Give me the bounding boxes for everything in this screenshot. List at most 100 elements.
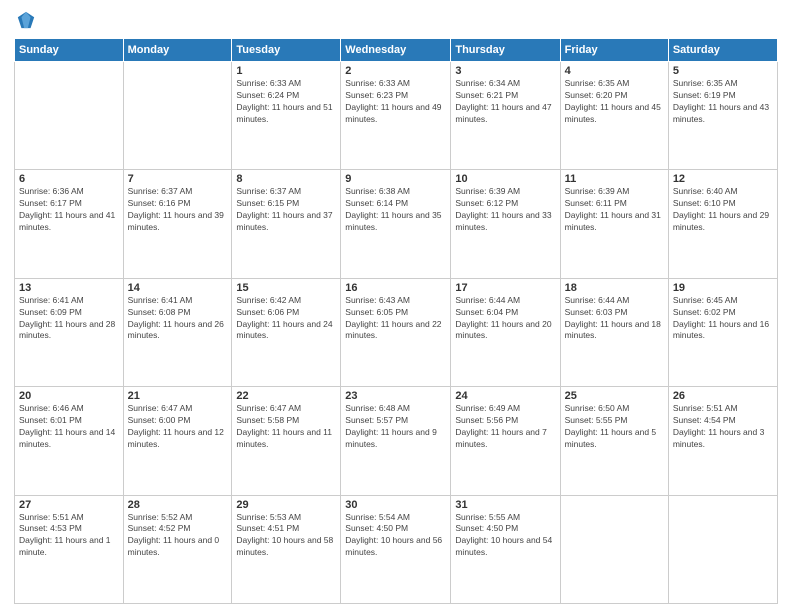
day-info: Sunrise: 6:47 AMSunset: 6:00 PMDaylight:… [128, 403, 228, 451]
calendar-day-cell: 17Sunrise: 6:44 AMSunset: 6:04 PMDayligh… [451, 278, 560, 386]
calendar-day-cell: 4Sunrise: 6:35 AMSunset: 6:20 PMDaylight… [560, 62, 668, 170]
calendar-header-row: SundayMondayTuesdayWednesdayThursdayFrid… [15, 39, 778, 62]
day-number: 18 [565, 282, 664, 294]
day-info: Sunrise: 6:41 AMSunset: 6:08 PMDaylight:… [128, 295, 228, 343]
day-info: Sunrise: 6:48 AMSunset: 5:57 PMDaylight:… [345, 403, 446, 451]
day-info: Sunrise: 6:33 AMSunset: 6:23 PMDaylight:… [345, 78, 446, 126]
calendar-day-cell: 28Sunrise: 5:52 AMSunset: 4:52 PMDayligh… [123, 495, 232, 603]
calendar-day-cell [668, 495, 777, 603]
day-of-week-header: Monday [123, 39, 232, 62]
day-of-week-header: Thursday [451, 39, 560, 62]
day-number: 17 [455, 282, 555, 294]
day-info: Sunrise: 6:50 AMSunset: 5:55 PMDaylight:… [565, 403, 664, 451]
day-number: 8 [236, 173, 336, 185]
day-number: 3 [455, 65, 555, 77]
calendar-week-row: 20Sunrise: 6:46 AMSunset: 6:01 PMDayligh… [15, 387, 778, 495]
day-number: 5 [673, 65, 773, 77]
calendar-day-cell: 10Sunrise: 6:39 AMSunset: 6:12 PMDayligh… [451, 170, 560, 278]
day-number: 20 [19, 390, 119, 402]
day-info: Sunrise: 6:33 AMSunset: 6:24 PMDaylight:… [236, 78, 336, 126]
calendar-day-cell: 24Sunrise: 6:49 AMSunset: 5:56 PMDayligh… [451, 387, 560, 495]
calendar-day-cell: 31Sunrise: 5:55 AMSunset: 4:50 PMDayligh… [451, 495, 560, 603]
calendar-day-cell: 20Sunrise: 6:46 AMSunset: 6:01 PMDayligh… [15, 387, 124, 495]
calendar-week-row: 6Sunrise: 6:36 AMSunset: 6:17 PMDaylight… [15, 170, 778, 278]
calendar-week-row: 13Sunrise: 6:41 AMSunset: 6:09 PMDayligh… [15, 278, 778, 386]
day-info: Sunrise: 6:42 AMSunset: 6:06 PMDaylight:… [236, 295, 336, 343]
calendar-week-row: 1Sunrise: 6:33 AMSunset: 6:24 PMDaylight… [15, 62, 778, 170]
day-number: 22 [236, 390, 336, 402]
calendar-day-cell [560, 495, 668, 603]
day-info: Sunrise: 6:46 AMSunset: 6:01 PMDaylight:… [19, 403, 119, 451]
day-info: Sunrise: 5:52 AMSunset: 4:52 PMDaylight:… [128, 512, 228, 560]
calendar-day-cell: 21Sunrise: 6:47 AMSunset: 6:00 PMDayligh… [123, 387, 232, 495]
calendar-day-cell: 6Sunrise: 6:36 AMSunset: 6:17 PMDaylight… [15, 170, 124, 278]
logo-area [14, 10, 36, 30]
day-of-week-header: Friday [560, 39, 668, 62]
day-info: Sunrise: 6:44 AMSunset: 6:03 PMDaylight:… [565, 295, 664, 343]
page-header [14, 10, 778, 30]
day-info: Sunrise: 6:47 AMSunset: 5:58 PMDaylight:… [236, 403, 336, 451]
day-info: Sunrise: 6:44 AMSunset: 6:04 PMDaylight:… [455, 295, 555, 343]
calendar-day-cell: 30Sunrise: 5:54 AMSunset: 4:50 PMDayligh… [341, 495, 451, 603]
calendar-day-cell: 8Sunrise: 6:37 AMSunset: 6:15 PMDaylight… [232, 170, 341, 278]
calendar-day-cell: 3Sunrise: 6:34 AMSunset: 6:21 PMDaylight… [451, 62, 560, 170]
day-info: Sunrise: 6:49 AMSunset: 5:56 PMDaylight:… [455, 403, 555, 451]
calendar-day-cell: 14Sunrise: 6:41 AMSunset: 6:08 PMDayligh… [123, 278, 232, 386]
day-number: 14 [128, 282, 228, 294]
logo-icon [16, 10, 36, 30]
calendar-day-cell: 16Sunrise: 6:43 AMSunset: 6:05 PMDayligh… [341, 278, 451, 386]
day-number: 6 [19, 173, 119, 185]
day-info: Sunrise: 5:55 AMSunset: 4:50 PMDaylight:… [455, 512, 555, 560]
day-info: Sunrise: 6:40 AMSunset: 6:10 PMDaylight:… [673, 186, 773, 234]
calendar-day-cell: 29Sunrise: 5:53 AMSunset: 4:51 PMDayligh… [232, 495, 341, 603]
day-info: Sunrise: 5:53 AMSunset: 4:51 PMDaylight:… [236, 512, 336, 560]
day-number: 16 [345, 282, 446, 294]
calendar-day-cell: 13Sunrise: 6:41 AMSunset: 6:09 PMDayligh… [15, 278, 124, 386]
day-info: Sunrise: 5:51 AMSunset: 4:54 PMDaylight:… [673, 403, 773, 451]
calendar-day-cell: 11Sunrise: 6:39 AMSunset: 6:11 PMDayligh… [560, 170, 668, 278]
calendar-day-cell [123, 62, 232, 170]
day-of-week-header: Wednesday [341, 39, 451, 62]
day-number: 21 [128, 390, 228, 402]
day-number: 10 [455, 173, 555, 185]
calendar-day-cell: 27Sunrise: 5:51 AMSunset: 4:53 PMDayligh… [15, 495, 124, 603]
calendar-day-cell [15, 62, 124, 170]
calendar-day-cell: 25Sunrise: 6:50 AMSunset: 5:55 PMDayligh… [560, 387, 668, 495]
calendar-day-cell: 18Sunrise: 6:44 AMSunset: 6:03 PMDayligh… [560, 278, 668, 386]
day-info: Sunrise: 6:37 AMSunset: 6:15 PMDaylight:… [236, 186, 336, 234]
calendar-day-cell: 26Sunrise: 5:51 AMSunset: 4:54 PMDayligh… [668, 387, 777, 495]
day-info: Sunrise: 6:45 AMSunset: 6:02 PMDaylight:… [673, 295, 773, 343]
logo [14, 10, 36, 30]
day-number: 23 [345, 390, 446, 402]
day-info: Sunrise: 6:34 AMSunset: 6:21 PMDaylight:… [455, 78, 555, 126]
day-number: 4 [565, 65, 664, 77]
calendar-day-cell: 5Sunrise: 6:35 AMSunset: 6:19 PMDaylight… [668, 62, 777, 170]
calendar-day-cell: 12Sunrise: 6:40 AMSunset: 6:10 PMDayligh… [668, 170, 777, 278]
day-number: 31 [455, 499, 555, 511]
day-info: Sunrise: 6:41 AMSunset: 6:09 PMDaylight:… [19, 295, 119, 343]
calendar-day-cell: 23Sunrise: 6:48 AMSunset: 5:57 PMDayligh… [341, 387, 451, 495]
day-info: Sunrise: 6:38 AMSunset: 6:14 PMDaylight:… [345, 186, 446, 234]
day-of-week-header: Saturday [668, 39, 777, 62]
day-number: 27 [19, 499, 119, 511]
day-info: Sunrise: 6:37 AMSunset: 6:16 PMDaylight:… [128, 186, 228, 234]
day-info: Sunrise: 5:51 AMSunset: 4:53 PMDaylight:… [19, 512, 119, 560]
calendar-table: SundayMondayTuesdayWednesdayThursdayFrid… [14, 38, 778, 604]
day-info: Sunrise: 6:39 AMSunset: 6:12 PMDaylight:… [455, 186, 555, 234]
day-number: 19 [673, 282, 773, 294]
day-number: 13 [19, 282, 119, 294]
day-number: 25 [565, 390, 664, 402]
day-number: 2 [345, 65, 446, 77]
day-info: Sunrise: 6:39 AMSunset: 6:11 PMDaylight:… [565, 186, 664, 234]
calendar-day-cell: 9Sunrise: 6:38 AMSunset: 6:14 PMDaylight… [341, 170, 451, 278]
day-info: Sunrise: 6:35 AMSunset: 6:20 PMDaylight:… [565, 78, 664, 126]
day-info: Sunrise: 6:43 AMSunset: 6:05 PMDaylight:… [345, 295, 446, 343]
day-info: Sunrise: 6:36 AMSunset: 6:17 PMDaylight:… [19, 186, 119, 234]
day-number: 7 [128, 173, 228, 185]
day-number: 24 [455, 390, 555, 402]
calendar-body: 1Sunrise: 6:33 AMSunset: 6:24 PMDaylight… [15, 62, 778, 604]
day-number: 28 [128, 499, 228, 511]
calendar-day-cell: 1Sunrise: 6:33 AMSunset: 6:24 PMDaylight… [232, 62, 341, 170]
day-of-week-header: Sunday [15, 39, 124, 62]
day-number: 11 [565, 173, 664, 185]
